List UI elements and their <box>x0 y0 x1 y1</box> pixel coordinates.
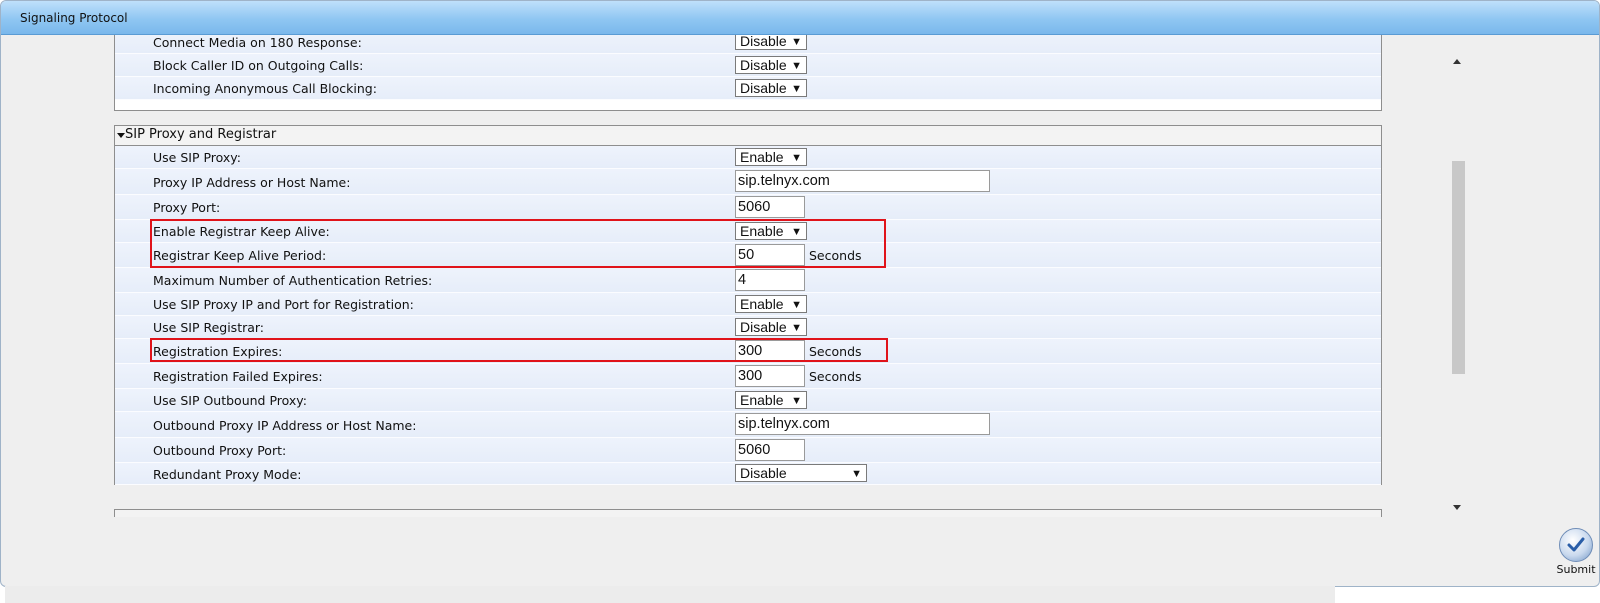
chevron-down-icon: ▼ <box>791 322 802 334</box>
select-value: Enable <box>740 392 784 408</box>
row-label: Connect Media on 180 Response: <box>153 35 362 50</box>
select-value: Disable <box>740 35 787 49</box>
settings-row: Connect Media on 180 Response: Disable ▼ <box>115 35 1381 54</box>
chevron-down-icon: ▼ <box>791 152 802 164</box>
connect-media-select[interactable]: Disable ▼ <box>735 35 807 50</box>
row-label: Use SIP Proxy IP and Port for Registrati… <box>153 297 414 312</box>
keep-alive-highlight-box <box>150 219 886 268</box>
sip-proxy-registrar-section: SIP Proxy and Registrar Use SIP Proxy: E… <box>114 125 1382 485</box>
settings-row: Use SIP Outbound Proxy: Enable ▼ <box>115 389 1381 412</box>
settings-row: Proxy IP Address or Host Name: sip.telny… <box>115 169 1381 195</box>
anonymous-call-blocking-select[interactable]: Disable ▼ <box>735 79 807 97</box>
row-label: Block Caller ID on Outgoing Calls: <box>153 58 364 73</box>
settings-row: Redundant Proxy Mode: Disable ▼ <box>115 463 1381 485</box>
registration-failed-expires-input[interactable]: 300 <box>735 365 805 387</box>
use-outbound-proxy-select[interactable]: Enable ▼ <box>735 391 807 409</box>
input-value: sip.telnyx.com <box>738 416 830 432</box>
proxy-for-registration-select[interactable]: Enable ▼ <box>735 295 807 313</box>
redundant-proxy-mode-select[interactable]: Disable ▼ <box>735 464 867 482</box>
settings-row: Use SIP Registrar: Disable ▼ <box>115 316 1381 339</box>
settings-row: Block Caller ID on Outgoing Calls: Disab… <box>115 54 1381 77</box>
settings-row: Maximum Number of Authentication Retries… <box>115 268 1381 293</box>
select-value: Enable <box>740 149 784 165</box>
select-value: Disable <box>740 319 787 335</box>
row-label: Use SIP Registrar: <box>153 320 265 335</box>
chevron-down-icon: ▼ <box>851 468 862 480</box>
section-header[interactable]: SIP Proxy and Registrar <box>115 126 1381 146</box>
section-title: SIP Proxy and Registrar <box>125 127 277 142</box>
collapse-caret-icon[interactable] <box>117 133 125 138</box>
row-label: Outbound Proxy IP Address or Host Name: <box>153 418 417 433</box>
signaling-protocol-window: Signaling Protocol Connect Media on 180 … <box>0 0 1600 587</box>
next-section <box>114 509 1382 517</box>
input-value: 300 <box>738 368 763 384</box>
input-value: 5060 <box>738 442 771 458</box>
settings-row: Registration Failed Expires: 300 Seconds <box>115 364 1381 389</box>
row-label: Proxy IP Address or Host Name: <box>153 175 351 190</box>
chevron-down-icon: ▼ <box>791 299 802 311</box>
settings-row: Use SIP Proxy IP and Port for Registrati… <box>115 293 1381 316</box>
block-caller-id-select[interactable]: Disable ▼ <box>735 56 807 74</box>
call-settings-section: Connect Media on 180 Response: Disable ▼ … <box>114 35 1382 111</box>
outbound-proxy-host-input[interactable]: sip.telnyx.com <box>735 413 990 435</box>
settings-content[interactable]: Connect Media on 180 Response: Disable ▼ … <box>1 35 1441 517</box>
title-bar: Signaling Protocol <box>1 1 1599 35</box>
chevron-down-icon: ▼ <box>791 83 802 95</box>
submit-button[interactable]: Submit <box>1546 528 1599 576</box>
select-value: Disable <box>740 57 787 73</box>
checkmark-icon[interactable] <box>1559 528 1593 562</box>
proxy-host-input[interactable]: sip.telnyx.com <box>735 170 990 192</box>
submit-label: Submit <box>1556 563 1596 576</box>
scroll-down-arrow-icon[interactable] <box>1453 505 1461 510</box>
settings-row: Outbound Proxy IP Address or Host Name: … <box>115 412 1381 438</box>
row-label: Proxy Port: <box>153 200 221 215</box>
select-value: Disable <box>740 465 787 481</box>
proxy-port-input[interactable]: 5060 <box>735 196 805 218</box>
row-label: Redundant Proxy Mode: <box>153 467 302 482</box>
row-label: Outbound Proxy Port: <box>153 443 287 458</box>
settings-row: Proxy Port: 5060 <box>115 195 1381 220</box>
chevron-down-icon: ▼ <box>791 395 802 407</box>
unit-label: Seconds <box>809 369 862 384</box>
select-value: Disable <box>740 80 787 96</box>
settings-row: Use SIP Proxy: Enable ▼ <box>115 146 1381 169</box>
status-bar <box>5 586 1335 603</box>
auth-retries-input[interactable]: 4 <box>735 269 805 291</box>
row-label: Incoming Anonymous Call Blocking: <box>153 81 377 96</box>
input-value: 5060 <box>738 199 771 215</box>
row-label: Registration Failed Expires: <box>153 369 323 384</box>
outbound-proxy-port-input[interactable]: 5060 <box>735 439 805 461</box>
use-sip-registrar-select[interactable]: Disable ▼ <box>735 318 807 336</box>
settings-row: Incoming Anonymous Call Blocking: Disabl… <box>115 77 1381 100</box>
row-label: Use SIP Proxy: <box>153 150 242 165</box>
registration-expires-highlight-box <box>150 338 888 362</box>
input-value: sip.telnyx.com <box>738 173 830 189</box>
use-sip-proxy-select[interactable]: Enable ▼ <box>735 148 807 166</box>
input-value: 4 <box>738 272 747 288</box>
row-label: Use SIP Outbound Proxy: <box>153 393 307 408</box>
chevron-down-icon: ▼ <box>791 60 802 72</box>
scroll-up-arrow-icon[interactable] <box>1453 59 1461 64</box>
row-label: Maximum Number of Authentication Retries… <box>153 273 433 288</box>
select-value: Enable <box>740 296 784 312</box>
chevron-down-icon: ▼ <box>791 36 802 48</box>
scrollbar-thumb[interactable] <box>1452 161 1465 374</box>
window-title: Signaling Protocol <box>20 11 128 25</box>
settings-row: Outbound Proxy Port: 5060 <box>115 438 1381 463</box>
